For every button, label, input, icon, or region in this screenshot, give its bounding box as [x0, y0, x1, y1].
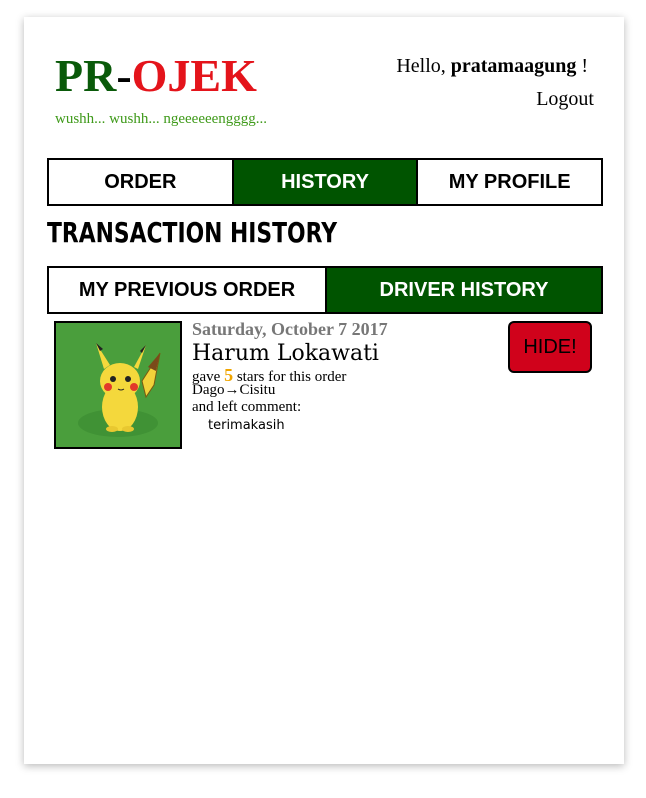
- greeting-prefix: Hello,: [396, 55, 451, 77]
- customer-avatar: [54, 321, 182, 449]
- logo-prefix: PR: [55, 50, 117, 101]
- username: pratamaagung: [450, 55, 577, 77]
- route-to: Cisitu: [239, 382, 276, 398]
- tagline: wushh... wushh... ngeeeeeengggg...: [55, 111, 268, 127]
- tab-order[interactable]: ORDER: [49, 160, 234, 204]
- route-arrow: →: [224, 382, 240, 398]
- logo-suffix: OJEK: [131, 50, 257, 101]
- logo: PR-OJEK: [55, 50, 257, 102]
- pikachu-image: [56, 323, 180, 447]
- page-title: TRANSACTION HISTORY: [47, 216, 338, 249]
- tab-my-profile[interactable]: MY PROFILE: [418, 160, 602, 204]
- history-subtabs: MY PREVIOUS ORDER DRIVER HISTORY: [47, 266, 603, 314]
- comment-text: terimakasih: [208, 418, 285, 433]
- comment-label: and left comment:: [192, 399, 302, 415]
- main-nav: ORDER HISTORY MY PROFILE: [47, 158, 603, 206]
- tab-history[interactable]: HISTORY: [233, 160, 419, 204]
- hide-button[interactable]: HIDE!: [508, 321, 592, 373]
- route-line: Dago→Cisitu: [192, 382, 275, 399]
- logout-link[interactable]: Logout: [536, 88, 594, 111]
- subtab-my-previous-order[interactable]: MY PREVIOUS ORDER: [49, 268, 327, 312]
- greeting: Hello, pratamaagung !: [396, 55, 588, 78]
- route-from: Dago: [192, 382, 225, 398]
- customer-name: Harum Lokawati: [192, 341, 379, 366]
- main-card: PR-OJEK wushh... wushh... ngeeeeeengggg.…: [24, 17, 624, 764]
- history-entry: Saturday, October 7 2017 Harum Lokawati …: [54, 319, 599, 451]
- subtab-driver-history[interactable]: DRIVER HISTORY: [327, 268, 601, 312]
- logo-dash: -: [116, 50, 132, 101]
- greeting-suffix: !: [576, 55, 588, 77]
- order-date: Saturday, October 7 2017: [192, 319, 388, 339]
